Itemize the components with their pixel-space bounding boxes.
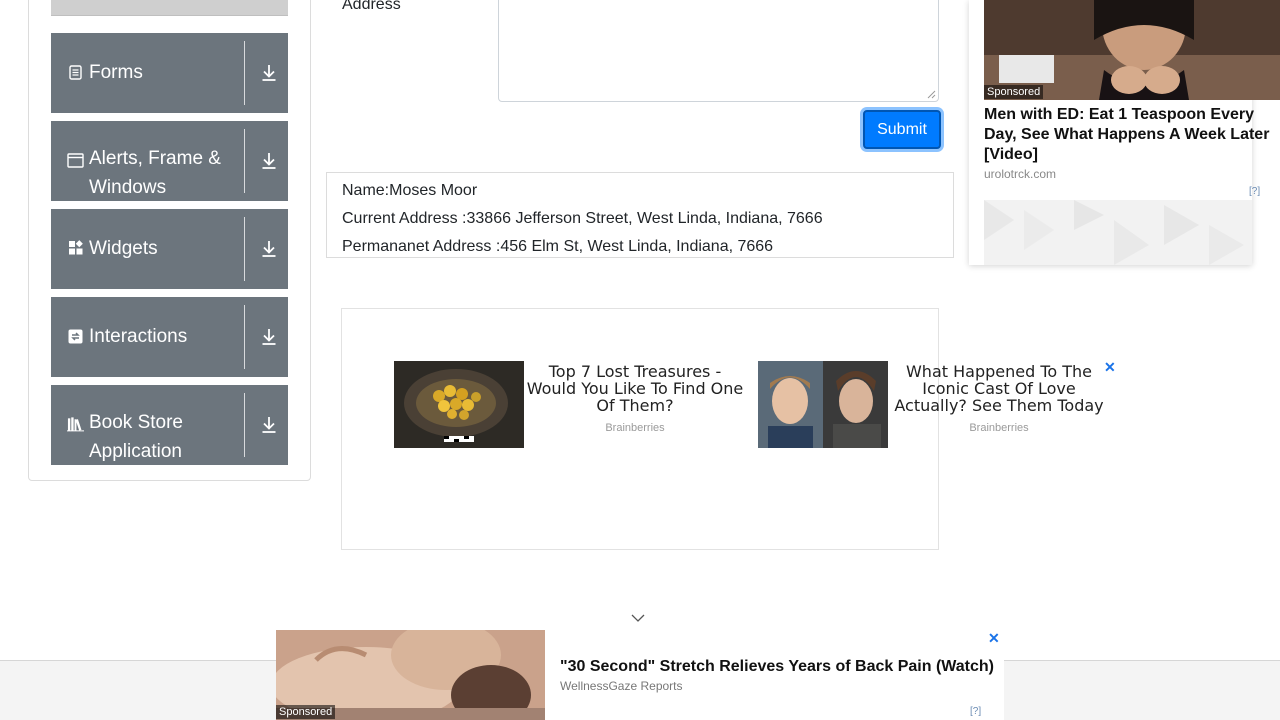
ad-card-title[interactable]: What Happened To The Iconic Cast Of Love… (888, 363, 1110, 414)
ad-close-icon[interactable]: ✕ (1104, 359, 1116, 376)
download-icon[interactable] (260, 327, 278, 347)
sponsored-label: Sponsored (984, 85, 1044, 99)
submit-button[interactable]: Submit (863, 110, 941, 149)
sidebar-group-label: Interactions (89, 326, 188, 347)
sidebar: Forms Alerts, Frame & Windows Widgets In… (28, 0, 311, 481)
address-label: Address (342, 0, 401, 13)
divider (244, 393, 245, 457)
output-permanent-address: Permananet Address :456 Elm St, West Lin… (342, 238, 774, 255)
sidebar-group-label: Book Store Application (89, 412, 183, 462)
divider (244, 217, 245, 281)
bottom-ad-source: WellnessGaze Reports (560, 679, 683, 693)
interactions-icon (67, 327, 84, 345)
resize-grip-icon[interactable] (927, 90, 936, 99)
adchoice-label[interactable]: [?] (1249, 186, 1260, 197)
divider (244, 129, 245, 193)
right-ad[interactable]: Sponsored Men with ED: Eat 1 Teaspoon Ev… (969, 0, 1280, 265)
divider (244, 41, 245, 105)
bottom-ad[interactable]: Sponsored "30 Second" Stretch Relieves Y… (276, 630, 1004, 720)
download-icon[interactable] (260, 63, 278, 83)
ad-card-source: Brainberries (605, 422, 665, 434)
ad-card-image-treasure[interactable] (394, 361, 524, 448)
adchoice-label[interactable]: [?] (970, 706, 981, 717)
sidebar-group-label: Widgets (89, 238, 158, 259)
sponsored-label: Sponsored (276, 705, 336, 719)
sidebar-group-interactions[interactable]: Interactions (51, 297, 288, 377)
ad-close-icon[interactable]: ✕ (988, 630, 1000, 647)
sidebar-previous-item[interactable] (51, 0, 288, 16)
download-icon[interactable] (260, 151, 278, 171)
chevron-down-icon[interactable] (630, 612, 646, 624)
divider (244, 305, 245, 369)
sidebar-group-widgets[interactable]: Widgets (51, 209, 288, 289)
right-ad-source: urolotrck.com (984, 167, 1057, 181)
permanent-address-textarea[interactable] (498, 0, 939, 102)
bottom-ad-title[interactable]: "30 Second" Stretch Relieves Years of Ba… (560, 658, 994, 676)
sidebar-group-book-store[interactable]: Book Store Application (51, 385, 288, 465)
page: Forms Alerts, Frame & Windows Widgets In… (0, 0, 1280, 720)
ad-card-source: Brainberries (969, 422, 1029, 434)
window-icon (67, 151, 84, 169)
right-ad-pattern (984, 200, 1252, 265)
output-panel: Name:Moses Moor Current Address :33866 J… (326, 172, 954, 258)
sidebar-group-label: Alerts, Frame & Windows (89, 148, 221, 198)
form-icon (67, 63, 84, 81)
right-ad-title[interactable]: Men with ED: Eat 1 Teaspoon Every Day, S… (984, 105, 1279, 165)
sidebar-group-label: Forms (89, 62, 143, 83)
output-name: Name:Moses Moor (342, 182, 478, 199)
ad-card-title[interactable]: Top 7 Lost Treasures - Would You Like To… (524, 363, 746, 414)
download-icon[interactable] (260, 239, 278, 259)
download-icon[interactable] (260, 415, 278, 435)
output-current-address: Current Address :33866 Jefferson Street,… (342, 210, 823, 227)
sidebar-group-forms[interactable]: Forms (51, 33, 288, 113)
book-icon (67, 415, 84, 433)
ad-card-image-cast[interactable] (758, 361, 888, 448)
sidebar-group-alerts[interactable]: Alerts, Frame & Windows (51, 121, 288, 201)
widgets-icon (67, 239, 84, 257)
